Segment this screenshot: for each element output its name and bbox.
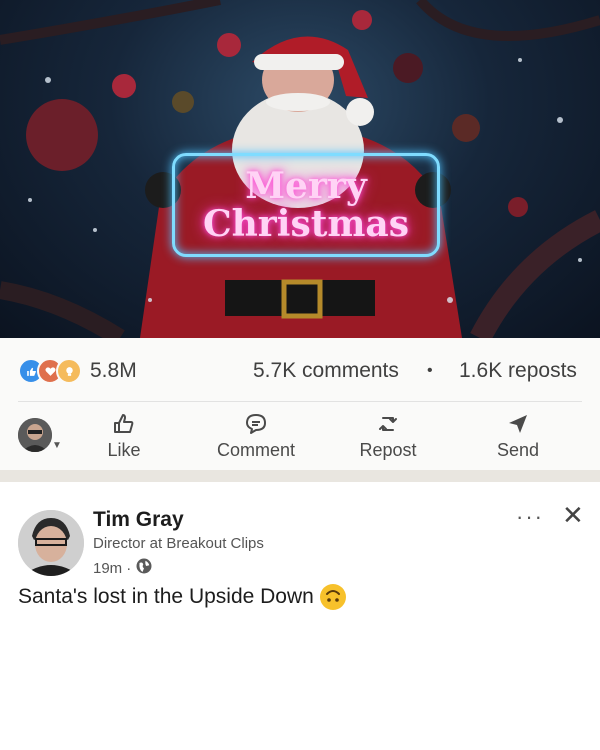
action-bar: ▼ Like Comment Repost Send (0, 402, 600, 470)
comment-button[interactable]: Comment (201, 412, 311, 464)
insight-icon (56, 358, 82, 384)
post-caption: Santa's lost in the Upside Down (18, 584, 346, 610)
social-counts: 5.8M 5.7K comments • 1.6K reposts (0, 338, 600, 402)
post-time: 19m (93, 559, 123, 577)
feed-post: Tim Gray Director at Breakout Clips 19m … (0, 482, 600, 750)
meta-dot: · (126, 559, 132, 577)
send-label: Send (496, 440, 540, 460)
comment-label: Comment (216, 440, 296, 460)
repost-label: Repost (359, 440, 417, 460)
thumbs-up-icon (114, 414, 134, 433)
author-name[interactable]: Tim Gray (93, 508, 184, 532)
author-avatar[interactable] (18, 510, 84, 576)
close-button[interactable]: ✕ (562, 500, 584, 531)
send-button[interactable]: Send (463, 412, 573, 464)
reaction-count[interactable]: 5.8M (90, 359, 137, 383)
send-icon (509, 415, 527, 433)
neon-sign: Merry Christmas (172, 153, 440, 257)
comments-count[interactable]: 5.7K comments (253, 359, 399, 383)
like-label: Like (107, 440, 141, 460)
post-meta: 19m · (93, 557, 153, 579)
stats-dot: • (427, 362, 433, 379)
viewer-avatar[interactable] (18, 418, 52, 452)
post-image[interactable]: Merry Christmas (0, 0, 600, 338)
like-button[interactable]: Like (69, 412, 179, 464)
caption-text: Santa's lost in the Upside Down (18, 585, 314, 608)
reposts-count[interactable]: 1.6K reposts (459, 359, 577, 383)
sign-line-merry: Merry (245, 165, 367, 207)
author-headline: Director at Breakout Clips (93, 535, 264, 552)
upside-down-face-icon (319, 584, 346, 610)
reaction-icons[interactable] (18, 358, 82, 384)
globe-icon (135, 557, 153, 579)
feed-separator (0, 470, 600, 482)
chevron-down-icon[interactable]: ▼ (52, 440, 62, 451)
sign-line-christmas: Christmas (202, 203, 410, 245)
repost-button[interactable]: Repost (333, 412, 443, 464)
repost-icon (379, 417, 397, 431)
comment-icon (246, 414, 266, 434)
more-options-button[interactable]: ··· (516, 504, 544, 530)
